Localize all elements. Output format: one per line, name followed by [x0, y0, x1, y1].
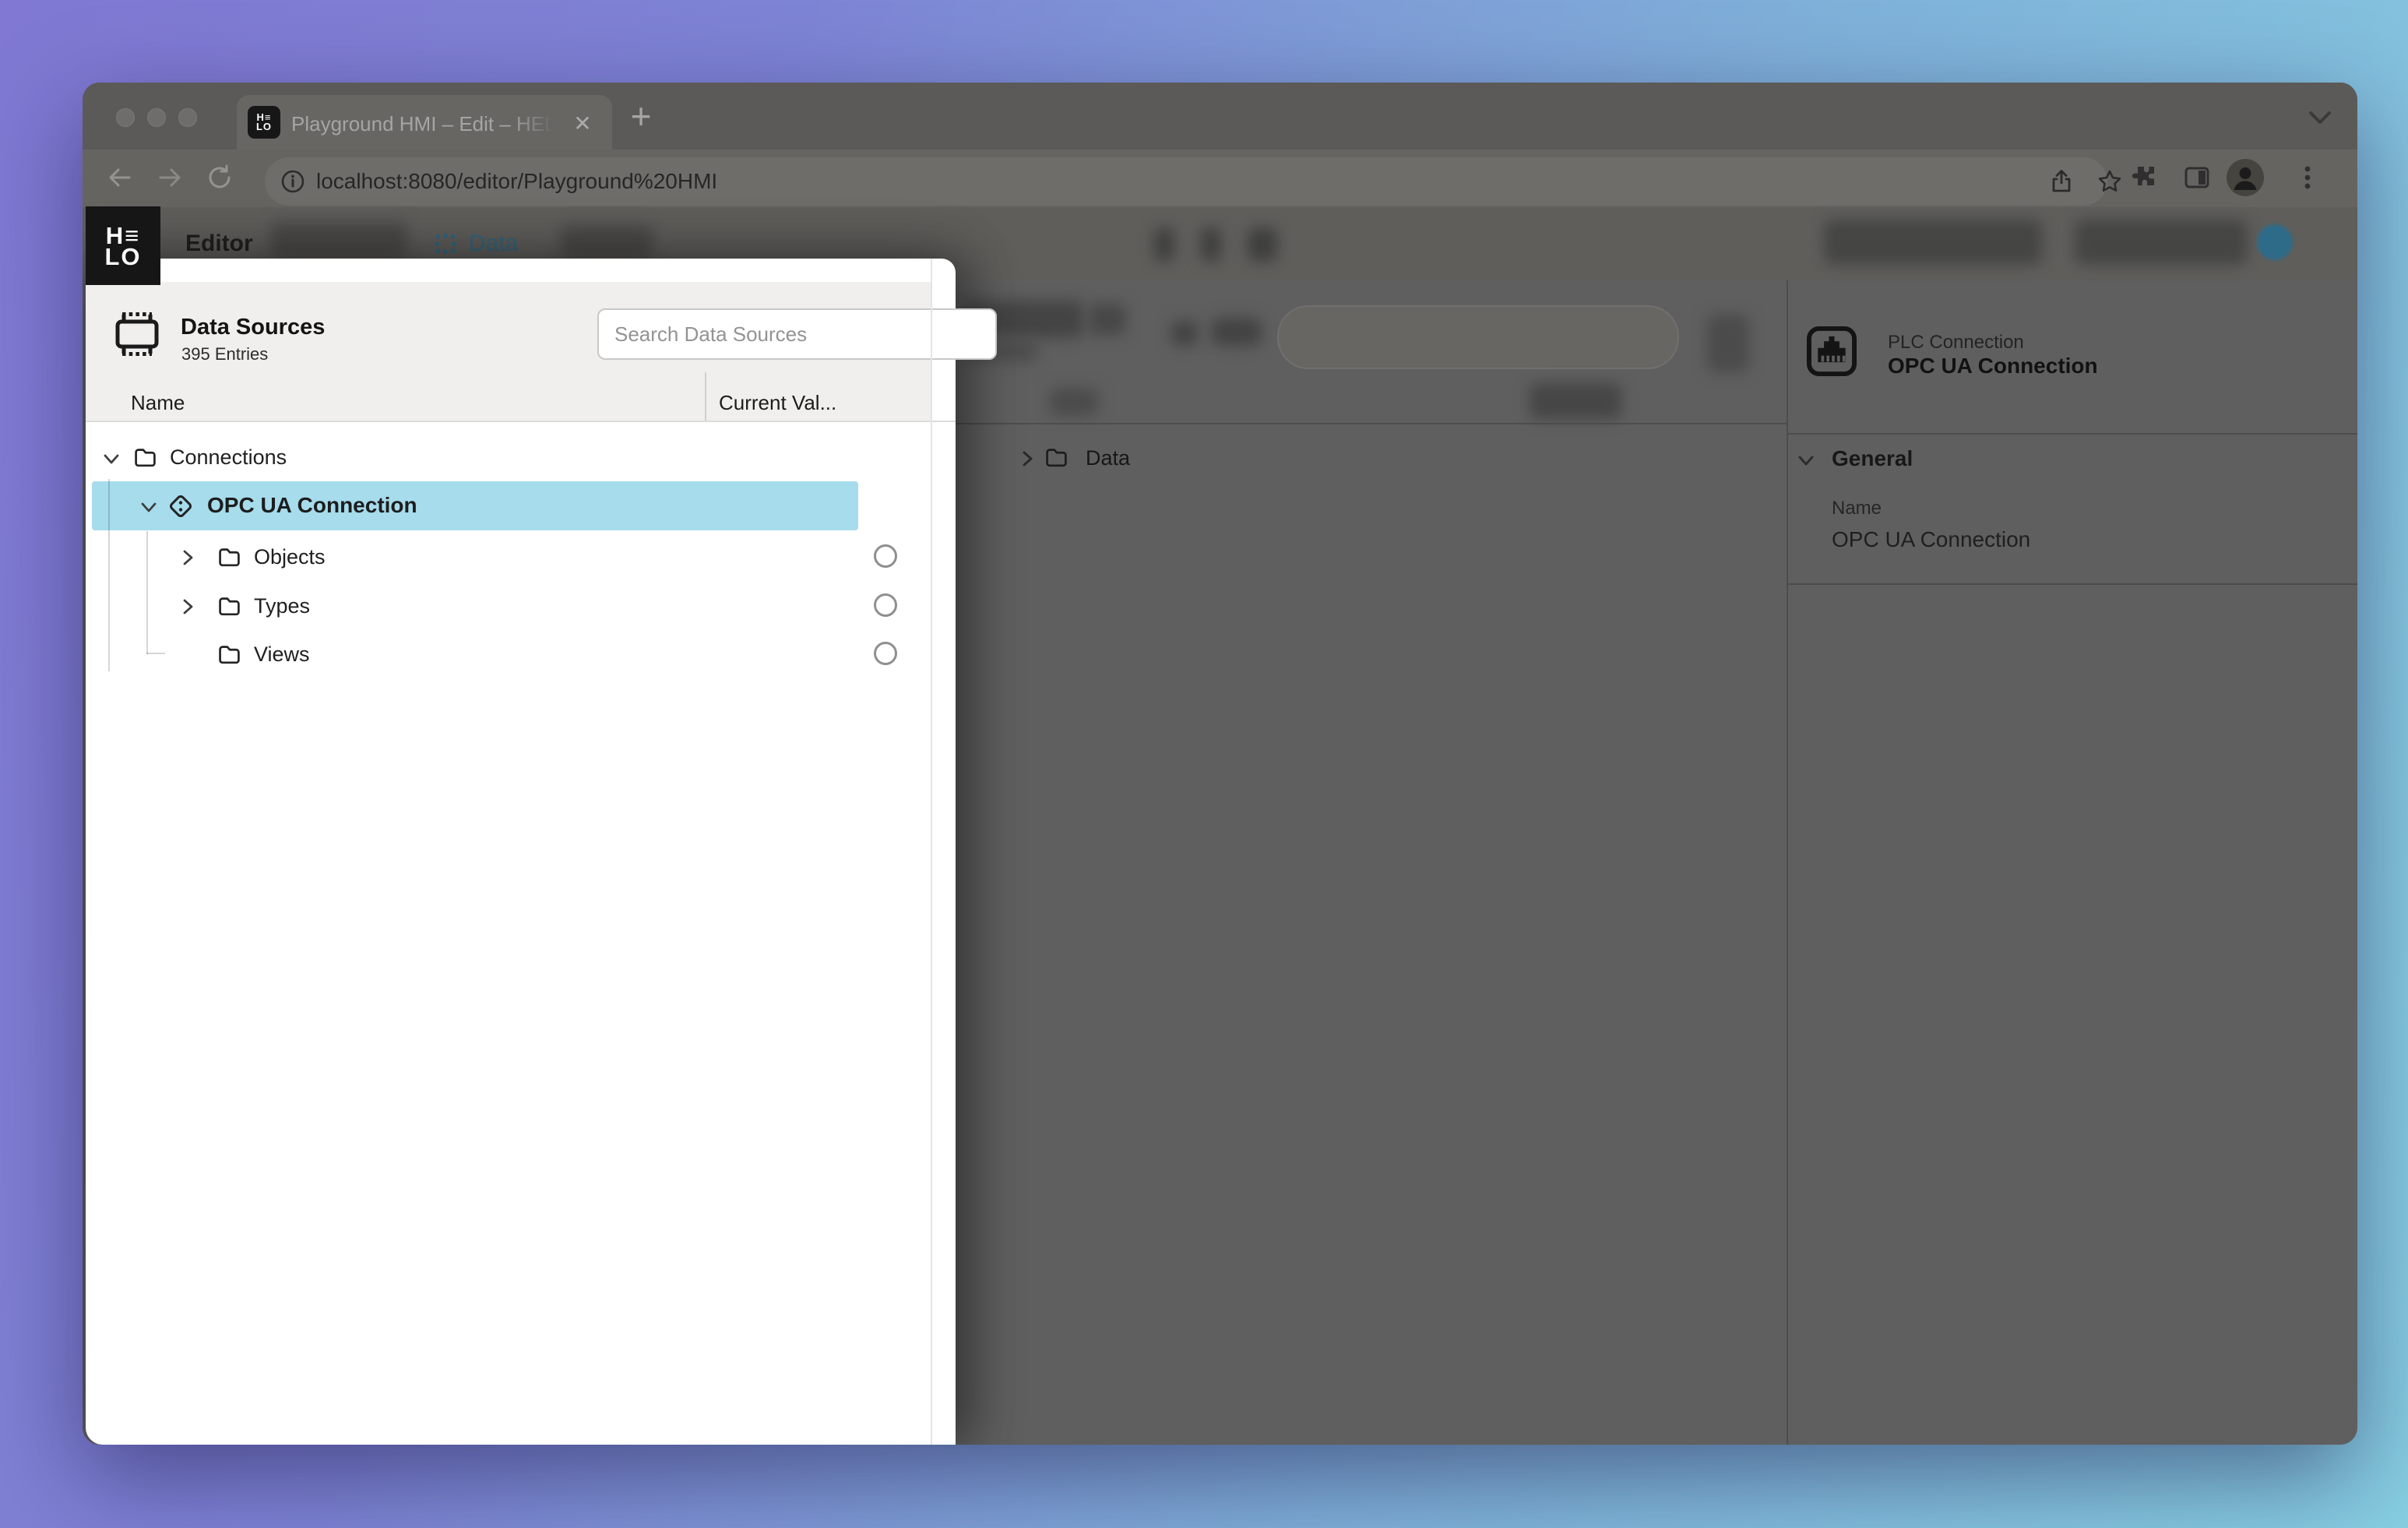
- blurred-search-icon: [1707, 315, 1749, 372]
- radio-select-views[interactable]: [874, 642, 897, 665]
- background-tree-item-data[interactable]: Data: [1086, 446, 1130, 470]
- chevron-down-icon[interactable]: [139, 497, 159, 517]
- panel-divider: [1787, 280, 1788, 1445]
- data-sources-panel: Data Sources 395 Entries Name Current Va…: [86, 259, 956, 1445]
- desktop: H≡ LO Playground HMI – Edit – HELIO ✕ + …: [0, 0, 2408, 1528]
- reload-icon[interactable]: [206, 164, 234, 192]
- back-icon[interactable]: [106, 164, 134, 192]
- radio-select-types[interactable]: [874, 593, 897, 617]
- tree-label[interactable]: Views: [254, 643, 310, 667]
- share-icon[interactable]: [2048, 168, 2075, 195]
- browser-profile-avatar[interactable]: [2226, 158, 2265, 197]
- blurred-panel-title: [1089, 304, 1126, 335]
- inspector-title: OPC UA Connection: [1888, 354, 2098, 378]
- chevron-right-icon[interactable]: [178, 597, 198, 617]
- tree-guide-elbow: [146, 653, 165, 654]
- search-input[interactable]: [597, 308, 997, 360]
- bookmark-star-icon[interactable]: [2096, 168, 2123, 195]
- folder-icon: [1045, 447, 1068, 468]
- background-search-input[interactable]: [1277, 305, 1679, 369]
- blurred-shortcut-hint: [1154, 227, 1174, 262]
- background-header-divider: [956, 423, 1787, 424]
- forward-icon[interactable]: [156, 164, 184, 192]
- folder-icon: [218, 644, 241, 665]
- blurred-header-item: [271, 221, 407, 259]
- opc-ua-diamond-icon: [167, 492, 195, 520]
- blurred-shortcut-hint: [1248, 227, 1277, 262]
- blurred-column-header: [1530, 383, 1621, 419]
- data-dots-icon: [435, 233, 456, 255]
- nav-data-label: Data: [469, 231, 518, 257]
- folder-icon: [218, 596, 241, 617]
- favicon-line2: LO: [256, 122, 272, 132]
- inspector-section-general[interactable]: General: [1832, 446, 1913, 471]
- blurred-toolbar-icon: [1212, 318, 1262, 346]
- browser-menu-kebab-icon[interactable]: [2293, 163, 2322, 192]
- scrollbar-gutter: [931, 259, 932, 1445]
- new-tab-button[interactable]: +: [623, 92, 659, 140]
- column-header-name[interactable]: Name: [131, 391, 185, 415]
- tree-label[interactable]: Types: [254, 594, 310, 618]
- blurred-column-header: [1050, 388, 1098, 416]
- inspector-field-name-label: Name: [1832, 498, 1882, 519]
- blurred-shortcut-hint: [1201, 227, 1221, 262]
- tree-label[interactable]: OPC UA Connection: [207, 493, 417, 518]
- url-bar[interactable]: localhost:8080/editor/Playground%20HMI: [265, 157, 2107, 206]
- side-panel-icon[interactable]: [2182, 163, 2212, 192]
- helio-favicon: H≡ LO: [248, 106, 280, 139]
- entries-count: 395 Entries: [181, 344, 268, 364]
- helio-logo[interactable]: H≡ LO: [86, 206, 160, 285]
- tree-guide-line: [146, 531, 148, 654]
- blurred-header-button[interactable]: [1824, 220, 2042, 265]
- url-text[interactable]: localhost:8080/editor/Playground%20HMI: [316, 169, 717, 194]
- inspector-divider: [1787, 583, 2357, 585]
- tree-label[interactable]: Connections: [170, 445, 287, 470]
- inspector-kind-label: PLC Connection: [1888, 332, 2024, 354]
- column-header-current-value[interactable]: Current Val...: [719, 391, 836, 415]
- plc-connection-icon: [1805, 325, 1858, 378]
- blurred-header-item: [561, 224, 653, 259]
- folder-icon: [218, 547, 241, 568]
- panel-title: Data Sources: [181, 315, 325, 340]
- logo-line2: LO: [104, 246, 141, 267]
- traffic-zoom-button[interactable]: [178, 108, 197, 127]
- inspector-divider: [1787, 433, 2357, 435]
- tree-label[interactable]: Objects: [254, 545, 326, 569]
- extensions-puzzle-icon[interactable]: [2131, 163, 2160, 192]
- browser-tab[interactable]: H≡ LO Playground HMI – Edit – HELIO ✕: [237, 95, 612, 150]
- traffic-close-button[interactable]: [116, 108, 135, 127]
- traffic-minimize-button[interactable]: [147, 108, 166, 127]
- chevron-down-icon[interactable]: [101, 449, 121, 469]
- blurred-header-button[interactable]: [2075, 220, 2248, 265]
- column-divider[interactable]: [705, 372, 706, 421]
- chevron-right-icon[interactable]: [1017, 449, 1037, 469]
- browser-window: H≡ LO Playground HMI – Edit – HELIO ✕ + …: [83, 83, 2357, 1445]
- user-avatar[interactable]: [2257, 224, 2293, 260]
- tab-overflow-chevron-icon[interactable]: [2307, 107, 2333, 128]
- inspector-field-name-value: OPC UA Connection: [1832, 527, 2030, 552]
- chevron-down-icon[interactable]: [1796, 450, 1816, 470]
- site-info-icon[interactable]: [280, 169, 305, 194]
- blurred-toolbar-icon: [1171, 321, 1198, 346]
- header-divider: [86, 421, 956, 422]
- search-data-sources-field[interactable]: [597, 308, 997, 360]
- data-sources-icon: [114, 308, 160, 360]
- tree-guide-line: [108, 479, 110, 671]
- folder-icon: [134, 447, 157, 468]
- tab-title-fade: [509, 103, 565, 142]
- tab-close-icon[interactable]: ✕: [567, 107, 598, 139]
- radio-select-objects[interactable]: [874, 544, 897, 568]
- chevron-right-icon[interactable]: [178, 547, 198, 568]
